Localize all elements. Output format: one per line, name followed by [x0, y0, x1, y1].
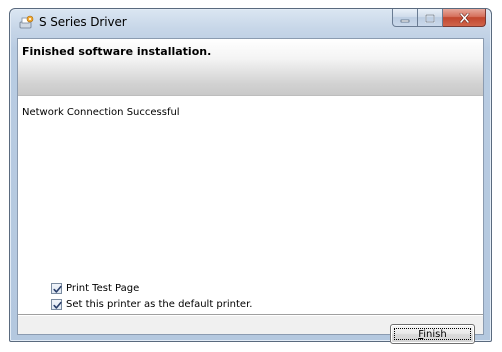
title-bar[interactable]: S Series Driver [10, 9, 491, 37]
close-button[interactable] [443, 9, 486, 27]
dialog-content: Finished software installation. Network … [17, 38, 484, 344]
printer-setup-icon [18, 15, 34, 31]
header-banner: Finished software installation. [18, 39, 483, 96]
maximize-icon [425, 8, 435, 27]
minimize-icon [400, 8, 410, 27]
print-test-page-checkbox[interactable] [51, 283, 62, 294]
finish-button-label: Finish [418, 329, 446, 340]
checkmark-icon [53, 285, 62, 293]
checkmark-icon [53, 301, 62, 309]
default-printer-label: Set this printer as the default printer. [66, 299, 253, 310]
print-test-page-label: Print Test Page [66, 283, 140, 294]
print-test-page-option[interactable]: Print Test Page [51, 283, 139, 294]
caption-buttons [392, 9, 486, 28]
header-title: Finished software installation. [22, 45, 212, 58]
close-icon [459, 8, 470, 27]
status-message: Network Connection Successful [22, 107, 180, 118]
default-printer-option[interactable]: Set this printer as the default printer. [51, 299, 252, 310]
maximize-button[interactable] [418, 9, 443, 27]
finish-label-rest: inish [423, 328, 447, 340]
minimize-button[interactable] [392, 9, 418, 27]
default-printer-checkbox[interactable] [51, 299, 62, 310]
installer-window: S Series Driver Finished software instal… [9, 8, 492, 344]
button-bar: Finish [18, 316, 483, 344]
window-title: S Series Driver [39, 15, 127, 29]
finish-button[interactable]: Finish [390, 324, 475, 344]
